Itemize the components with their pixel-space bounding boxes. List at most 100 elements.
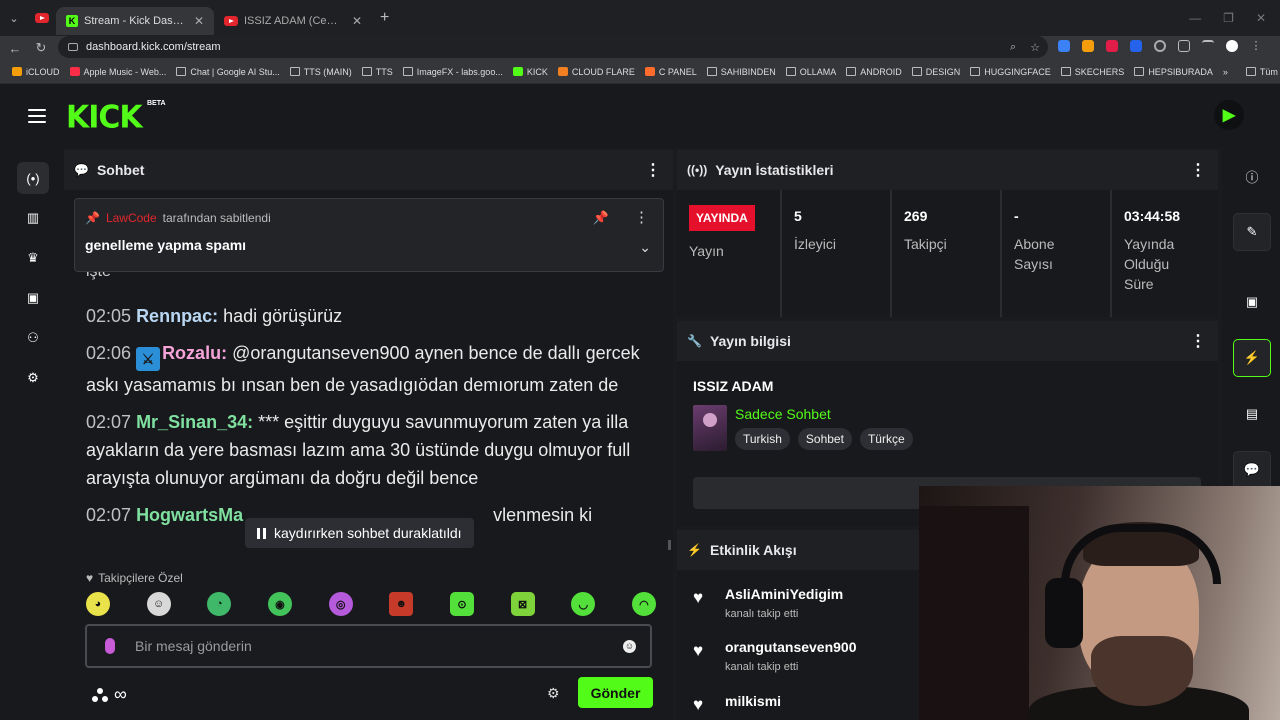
bookmark-item[interactable]: TTS (MAIN) xyxy=(289,67,352,77)
bookmark-item[interactable]: iCLOUD xyxy=(12,67,60,77)
expand-chevron-icon[interactable]: ⌄ xyxy=(639,239,651,256)
activity-username[interactable]: AsliAminiYedigim xyxy=(725,586,843,602)
kick-profile-icon[interactable]: ▶ xyxy=(1214,100,1244,130)
bookmark-item[interactable]: Chat | Google AI Stu... xyxy=(176,67,280,77)
emote-icon[interactable]: ◠ xyxy=(631,592,656,616)
tab-youtube-video[interactable]: ISSIZ ADAM (Cemal Hünal, Mel... ✕ xyxy=(214,7,372,35)
extension-icon[interactable] xyxy=(1106,40,1118,52)
emoji-picker-icon[interactable]: ☺ xyxy=(623,639,636,653)
analytics-icon[interactable]: ▥ xyxy=(17,202,49,234)
pinned-author[interactable]: LawCode xyxy=(106,211,157,225)
chat-paused-button[interactable]: kaydırırken sohbet duraklatıldı xyxy=(245,518,474,548)
clip-camera-icon[interactable]: ▣ xyxy=(17,282,49,314)
emote-icon[interactable]: ◕ xyxy=(86,592,110,616)
bookmark-folder[interactable]: OLLAMA xyxy=(785,67,836,77)
bookmark-star-icon[interactable]: ☆ xyxy=(1030,41,1040,54)
bookmark-item[interactable]: ImageFX - labs.goo... xyxy=(402,67,503,77)
emote-icon[interactable]: ☻ xyxy=(389,592,414,616)
chat-input-box[interactable]: ☺ xyxy=(85,624,652,668)
extension-icon[interactable] xyxy=(1058,40,1070,52)
menu-hamburger-icon[interactable] xyxy=(28,109,46,123)
send-button[interactable]: Gönder xyxy=(578,677,653,708)
bookmark-folder[interactable]: DESIGN xyxy=(911,67,960,77)
emote-icon[interactable]: ⊙ xyxy=(449,592,474,616)
infinity-icon[interactable]: ∞ xyxy=(114,684,127,705)
extension-icon[interactable] xyxy=(1130,40,1142,52)
microphone-icon[interactable] xyxy=(105,638,115,654)
minimize-icon[interactable]: — xyxy=(1189,11,1201,25)
activity-username[interactable]: orangutanseven900 xyxy=(725,639,857,655)
emote-icon[interactable]: ◎ xyxy=(328,592,353,616)
bookmark-item[interactable]: C PANEL xyxy=(644,67,697,77)
category-thumbnail xyxy=(693,405,727,451)
chat-message-input[interactable] xyxy=(135,638,623,654)
emote-icon[interactable]: ◉ xyxy=(267,592,292,616)
emote-icon[interactable]: ⊠ xyxy=(510,592,535,616)
maximize-icon[interactable]: ❐ xyxy=(1223,11,1234,25)
tab-search-chevron-icon[interactable]: ⌄ xyxy=(0,6,28,30)
tab-kick-dashboard[interactable]: K Stream - Kick Dashboard ✕ xyxy=(56,7,214,35)
back-arrow-icon[interactable]: ← xyxy=(4,41,26,56)
puzzle-icon[interactable] xyxy=(1178,40,1190,52)
bookmark-folder[interactable]: ANDROID xyxy=(846,67,902,77)
pinned-more-icon[interactable]: ⋮ xyxy=(634,208,649,226)
emote-icon[interactable]: ☺ xyxy=(146,592,171,616)
bookmark-folder[interactable]: HEPSIBURADA xyxy=(1134,67,1213,77)
activity-username[interactable]: milkismi xyxy=(725,693,781,709)
trophy-icon[interactable]: ♛ xyxy=(17,242,49,274)
chat-settings-gear-icon[interactable]: ⚙ xyxy=(547,685,560,702)
category-link[interactable]: Sadece Sohbet xyxy=(735,406,831,422)
tag-pill[interactable]: Türkçe xyxy=(859,428,913,450)
message-username[interactable]: Rozalu xyxy=(162,343,221,363)
bookmark-label: ANDROID xyxy=(860,66,902,77)
tab-list-icon[interactable] xyxy=(1202,40,1214,48)
close-window-icon[interactable]: ✕ xyxy=(1256,11,1266,25)
emote-icon[interactable]: ◔ xyxy=(207,592,232,616)
new-tab-button[interactable]: + xyxy=(380,9,389,27)
address-bar[interactable]: dashboard.kick.com/stream ⌕ ☆ xyxy=(58,36,1048,58)
bookmark-item[interactable]: KICK xyxy=(512,67,548,77)
notes-icon[interactable]: ▤ xyxy=(1233,395,1271,433)
edit-pencil-icon[interactable]: ✎ xyxy=(1233,213,1271,251)
emote-icon[interactable]: ◡ xyxy=(571,592,596,616)
message-username[interactable]: Mr_Sinan_34 xyxy=(136,412,247,432)
bookmark-item[interactable]: TTS xyxy=(361,67,393,77)
bookmark-folder[interactable]: SAHIBINDEN xyxy=(706,67,776,77)
close-tab-icon[interactable]: ✕ xyxy=(352,14,362,28)
clip-icon[interactable]: ▣ xyxy=(1233,283,1271,321)
chat-scrollbar[interactable] xyxy=(668,540,671,550)
quick-actions-lightning-icon[interactable]: ⚡ xyxy=(1233,339,1271,377)
close-tab-icon[interactable]: ✕ xyxy=(194,14,204,28)
bookmark-item[interactable]: Apple Music - Web... xyxy=(69,67,166,77)
stream-broadcast-icon[interactable]: (•) xyxy=(17,162,49,194)
browser-menu-icon[interactable]: ⋮ xyxy=(1250,40,1262,52)
extension-icon[interactable] xyxy=(1082,40,1094,52)
settings-gear-icon[interactable]: ⚙ xyxy=(17,362,49,394)
community-icon[interactable]: ⚇ xyxy=(17,322,49,354)
tag-pill[interactable]: Turkish xyxy=(735,428,790,450)
bookmark-folder[interactable]: HUGGINGFACE xyxy=(970,67,1051,77)
info-icon[interactable]: ⓘ xyxy=(1233,157,1271,195)
reload-icon[interactable]: ↻ xyxy=(30,40,52,56)
profile-icon[interactable] xyxy=(1226,40,1238,52)
youtube-pinned-tab[interactable] xyxy=(28,6,56,30)
stats-more-icon[interactable]: ⋮ xyxy=(1190,160,1206,180)
bookmarks-overflow-button[interactable]: » xyxy=(1223,67,1228,77)
chat-messages[interactable]: işte 📌 LawCode tarafından sabitlendi gen… xyxy=(64,190,673,535)
zoom-icon[interactable]: ⌕ xyxy=(1010,41,1016,54)
bot-dots-icon[interactable] xyxy=(92,687,108,702)
folder-icon xyxy=(1134,67,1145,76)
chat-toggle-icon[interactable]: 💬 xyxy=(1233,451,1271,489)
extension-icon[interactable] xyxy=(1154,40,1166,52)
kick-logo[interactable]: KICK xyxy=(66,99,143,136)
info-more-icon[interactable]: ⋮ xyxy=(1190,331,1206,351)
tag-pill[interactable]: Sohbet xyxy=(797,428,852,450)
message-username[interactable]: HogwartsMa xyxy=(136,505,243,525)
all-bookmarks-folder[interactable]: Tüm Yer İşaretleri xyxy=(1245,67,1280,77)
bookmark-item[interactable]: CLOUD FLARE xyxy=(557,67,635,77)
chat-more-icon[interactable]: ⋮ xyxy=(645,160,661,180)
bookmark-folder[interactable]: SKECHERS xyxy=(1060,67,1124,77)
site-info-icon[interactable] xyxy=(68,43,78,51)
message-username[interactable]: Rennpac xyxy=(136,306,212,326)
unpin-icon[interactable]: 📌 xyxy=(593,210,609,226)
